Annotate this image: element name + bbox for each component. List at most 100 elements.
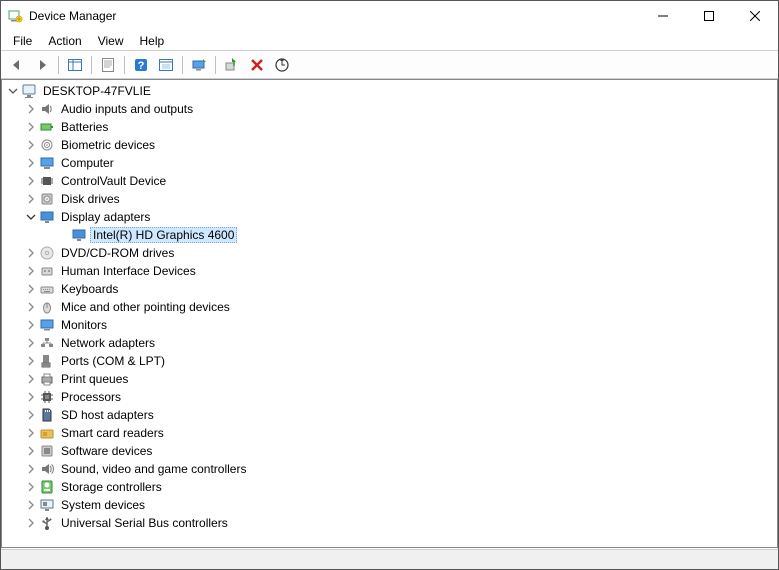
app-icon [7,8,23,24]
maximize-button[interactable] [686,1,732,31]
chevron-down-icon[interactable] [6,84,20,98]
enable-device-button[interactable] [220,54,244,76]
chevron-right-icon[interactable] [24,138,38,152]
audio-icon [39,101,55,117]
chevron-right-icon[interactable] [24,372,38,386]
tree-root[interactable]: DESKTOP-47FVLIE [2,82,777,100]
uninstall-device-button[interactable] [245,54,269,76]
tree-item-label: Smart card readers [58,425,167,441]
chevron-right-icon[interactable] [24,174,38,188]
tree-item[interactable]: Keyboards [2,280,777,298]
toolbar-separator [182,56,183,74]
tree-item-label: Computer [58,155,117,171]
tree-item[interactable]: Sound, video and game controllers [2,460,777,478]
menu-help[interactable]: Help [132,32,173,50]
tree-item-label: Human Interface Devices [58,263,199,279]
tree-item-label: Network adapters [58,335,158,351]
menu-action[interactable]: Action [40,32,89,50]
scan-hardware-button[interactable] [270,54,294,76]
tree-item[interactable]: Human Interface Devices [2,262,777,280]
chevron-right-icon[interactable] [24,480,38,494]
chevron-right-icon[interactable] [24,498,38,512]
battery-icon [39,119,55,135]
tree-item[interactable]: SD host adapters [2,406,777,424]
tree-item[interactable]: Storage controllers [2,478,777,496]
update-driver-button[interactable] [187,54,211,76]
window-title: Device Manager [29,9,640,23]
chevron-right-icon[interactable] [24,120,38,134]
chevron-right-icon[interactable] [24,282,38,296]
chevron-right-icon[interactable] [24,390,38,404]
close-button[interactable] [732,1,778,31]
toolbar-separator [58,56,59,74]
show-hide-tree-button[interactable] [63,54,87,76]
minimize-button[interactable] [640,1,686,31]
tree-item-label: ControlVault Device [58,173,169,189]
properties-button[interactable] [96,54,120,76]
chevron-right-icon[interactable] [24,192,38,206]
tree-item[interactable]: Batteries [2,118,777,136]
computer-icon [39,155,55,171]
device-tree[interactable]: DESKTOP-47FVLIE Audio inputs and outputs… [1,79,778,548]
chevron-right-icon[interactable] [24,336,38,350]
tree-item-label: Processors [58,389,124,405]
tree-item-label: Print queues [58,371,131,387]
tree-item[interactable]: ControlVault Device [2,172,777,190]
help-button[interactable]: ? [129,54,153,76]
chevron-right-icon[interactable] [24,264,38,278]
tree-item[interactable]: Smart card readers [2,424,777,442]
tree-item[interactable]: Network adapters [2,334,777,352]
tree-item[interactable]: DVD/CD-ROM drives [2,244,777,262]
sound-icon [39,461,55,477]
tree-item[interactable]: Mice and other pointing devices [2,298,777,316]
chevron-right-icon[interactable] [24,354,38,368]
chevron-right-icon[interactable] [24,462,38,476]
tree-item[interactable]: Biometric devices [2,136,777,154]
tree-item[interactable]: Universal Serial Bus controllers [2,514,777,532]
port-icon [39,353,55,369]
chevron-right-icon[interactable] [24,318,38,332]
chevron-down-icon[interactable] [24,210,38,224]
tree-item-label: Disk drives [58,191,123,207]
chevron-right-icon[interactable] [24,408,38,422]
tree-item-label: Mice and other pointing devices [58,299,233,315]
software-icon [39,443,55,459]
display-icon [39,209,55,225]
computer-icon [21,83,37,99]
menu-file[interactable]: File [5,32,40,50]
tree-item-label: DVD/CD-ROM drives [58,245,177,261]
chevron-right-icon[interactable] [24,426,38,440]
chevron-right-icon[interactable] [24,246,38,260]
tree-item[interactable]: Print queues [2,370,777,388]
chevron-right-icon[interactable] [24,444,38,458]
monitor-icon [39,317,55,333]
tree-item[interactable]: Intel(R) HD Graphics 4600 [2,226,777,244]
menu-view[interactable]: View [90,32,132,50]
tree-item-label: Keyboards [58,281,121,297]
chevron-right-icon[interactable] [24,156,38,170]
tree-item[interactable]: Disk drives [2,190,777,208]
tree-item[interactable]: Audio inputs and outputs [2,100,777,118]
toolbar-separator [124,56,125,74]
processor-icon [39,389,55,405]
action-icon-button[interactable] [154,54,178,76]
tree-item[interactable]: Monitors [2,316,777,334]
tree-item-label: Monitors [58,317,110,333]
chevron-right-icon[interactable] [24,102,38,116]
chevron-right-icon[interactable] [24,516,38,530]
smartcard-icon [39,425,55,441]
tree-item[interactable]: Processors [2,388,777,406]
back-button[interactable] [5,54,29,76]
svg-text:?: ? [138,60,145,72]
mouse-icon [39,299,55,315]
chevron-right-icon[interactable] [24,300,38,314]
chip-icon [39,173,55,189]
disk-icon [39,191,55,207]
tree-item[interactable]: Ports (COM & LPT) [2,352,777,370]
menubar: File Action View Help [1,31,778,51]
tree-item[interactable]: System devices [2,496,777,514]
tree-item[interactable]: Display adapters [2,208,777,226]
forward-button[interactable] [30,54,54,76]
tree-item[interactable]: Computer [2,154,777,172]
tree-item[interactable]: Software devices [2,442,777,460]
